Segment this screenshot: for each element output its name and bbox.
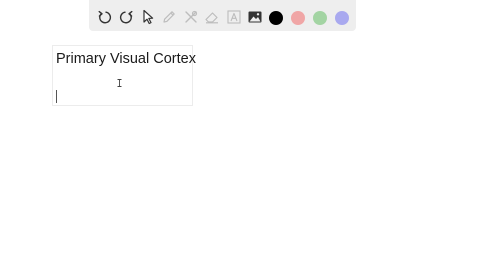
select-pointer-icon[interactable]	[139, 8, 157, 26]
color-swatch-red[interactable]	[291, 11, 305, 25]
color-swatch-green[interactable]	[313, 11, 327, 25]
text-caret	[56, 90, 57, 103]
eraser-icon[interactable]	[203, 8, 221, 26]
ibeam-cursor-icon	[117, 74, 122, 87]
pen-icon[interactable]	[160, 8, 178, 26]
text-box[interactable]: Primary Visual Cortex	[52, 45, 196, 106]
color-swatch-purple[interactable]	[335, 11, 349, 25]
drawing-toolbar	[89, 0, 356, 31]
text-box-title[interactable]: Primary Visual Cortex	[56, 51, 196, 67]
whiteboard-canvas[interactable]: Primary Visual Cortex	[0, 0, 480, 270]
undo-icon[interactable]	[96, 8, 114, 26]
redo-icon[interactable]	[117, 8, 135, 26]
tools-icon[interactable]	[182, 8, 200, 26]
text-icon[interactable]	[225, 8, 243, 26]
color-swatch-black[interactable]	[269, 11, 283, 25]
image-icon[interactable]	[246, 8, 264, 26]
